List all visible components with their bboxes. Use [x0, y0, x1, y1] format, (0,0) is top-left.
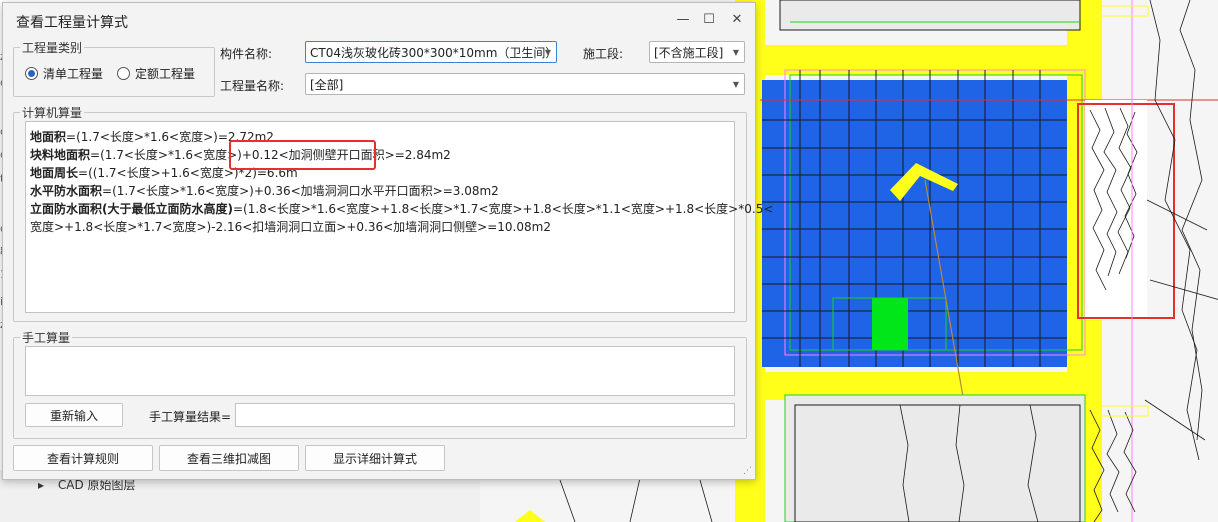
- component-name-value: CT04浅灰玻化砖300*300*10mm（卫生间）: [310, 46, 558, 60]
- dialog-title: 查看工程量计算式: [16, 15, 128, 31]
- bill-quantity-radio[interactable]: 清单工程量: [25, 65, 103, 82]
- chevron-down-icon[interactable]: ▼: [733, 74, 739, 96]
- quantity-formula-dialog: 查看工程量计算式 — ☐ ✕ 工程量类别 清单工程量 定额工程量 构件名称: C…: [2, 2, 774, 480]
- layer-label: CAD 原始图层: [57, 478, 136, 492]
- view-rules-button[interactable]: 查看计算规则: [13, 445, 153, 471]
- quota-quantity-label: 定额工程量: [135, 67, 196, 81]
- resize-grip-icon[interactable]: ⋰: [743, 466, 752, 476]
- formula-line: 水平防水面积=(1.7<长度>*1.6<宽度>)+0.36<加墙洞洞口水平开口面…: [30, 184, 499, 198]
- construction-stage-value: [不含施工段]: [654, 46, 724, 60]
- radio-unselected-icon[interactable]: [117, 67, 130, 80]
- quantity-name-value: [全部]: [310, 78, 344, 92]
- quantity-type-legend: 工程量类别: [22, 41, 83, 55]
- view-3d-button[interactable]: 查看三维扣减图: [159, 445, 299, 471]
- maximize-button[interactable]: ☐: [697, 9, 721, 31]
- formula-line: 地面周长=((1.7<长度>+1.6<宽度>)*2)=6.6m: [30, 166, 298, 180]
- manual-result-field[interactable]: [235, 403, 735, 427]
- show-detail-button[interactable]: 显示详细计算式: [305, 445, 445, 471]
- manual-result-label: 手工算量结果=: [149, 410, 232, 424]
- component-name-label: 构件名称:: [220, 47, 273, 61]
- construction-stage-select[interactable]: [不含施工段] ▼: [649, 41, 745, 63]
- reenter-button[interactable]: 重新输入: [25, 403, 123, 427]
- quota-quantity-radio[interactable]: 定额工程量: [117, 65, 195, 82]
- formula-line: 地面积=(1.7<长度>*1.6<宽度>)=2.72m2: [30, 130, 274, 144]
- component-name-select[interactable]: CT04浅灰玻化砖300*300*10mm（卫生间） ▼: [305, 41, 557, 63]
- formula-line: 立面防水面积(大于最低立面防水高度)=(1.8<长度>*1.6<宽度>+1.8<…: [30, 202, 774, 216]
- close-button[interactable]: ✕: [725, 9, 749, 31]
- formula-line: 宽度>+1.8<长度>*1.7<宽度>)-2.16<扣墙洞洞口立面>+0.36<…: [30, 220, 551, 234]
- annotation-highlight: [229, 140, 376, 170]
- quantity-name-select[interactable]: [全部] ▼: [305, 73, 745, 95]
- quantity-name-label: 工程量名称:: [220, 79, 285, 93]
- computer-calc-text[interactable]: 地面积=(1.7<长度>*1.6<宽度>)=2.72m2 块料地面积=(1.7<…: [25, 121, 774, 313]
- chevron-down-icon[interactable]: ▼: [733, 42, 739, 64]
- manual-calc-legend: 手工算量: [22, 331, 71, 345]
- radio-selected-icon[interactable]: [25, 67, 38, 80]
- construction-stage-label: 施工段:: [583, 47, 624, 61]
- computer-calc-legend: 计算机算量: [22, 106, 83, 120]
- bill-quantity-label: 清单工程量: [43, 67, 104, 81]
- formula-line: 块料地面积=(1.7<长度>*1.6<宽度>)+0.12<加洞侧壁开口面积>=2…: [30, 148, 451, 162]
- expand-chevron-icon[interactable]: ▸: [38, 478, 44, 492]
- manual-calc-input[interactable]: [25, 346, 735, 396]
- minimize-button[interactable]: —: [671, 9, 695, 31]
- chevron-down-icon[interactable]: ▼: [545, 42, 551, 64]
